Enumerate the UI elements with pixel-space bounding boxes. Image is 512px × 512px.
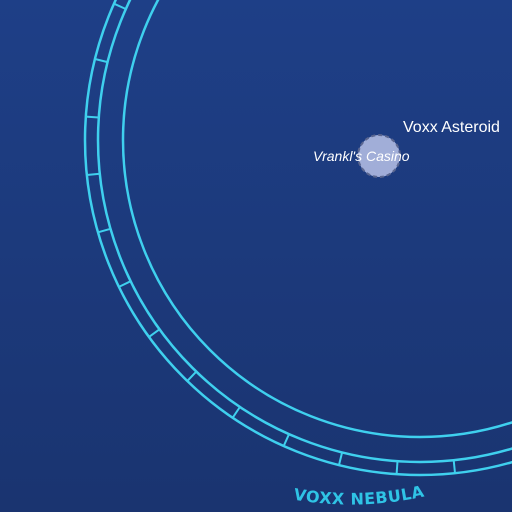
voxx-asteroid-label[interactable]: Voxx Asteroid [403,119,500,136]
boundary-tick [395,461,399,475]
vrankls-casino-label[interactable]: Vrankl's Casino [313,148,410,164]
map-background [0,0,512,512]
boundary-tick [86,172,100,176]
star-map[interactable]: VOXX NEBULA Voxx Asteroid Vrankl's Casin… [0,0,512,512]
boundary-tick [85,115,99,119]
boundary-tick [452,460,456,474]
